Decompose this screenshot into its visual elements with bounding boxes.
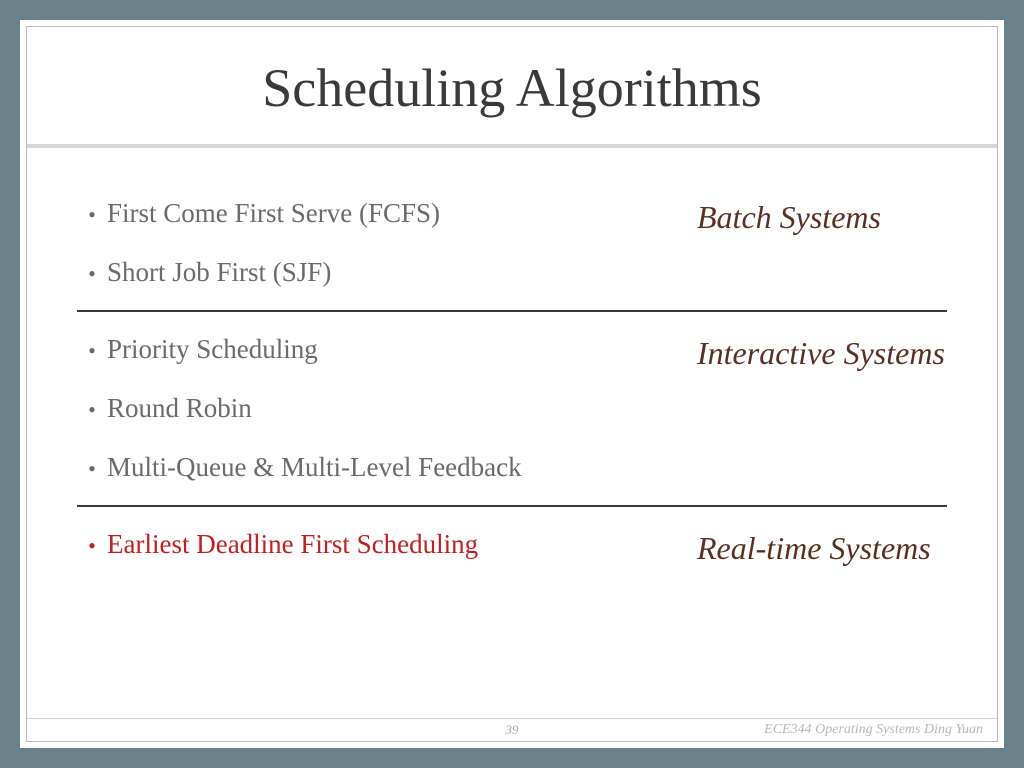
bullets-realtime: • Earliest Deadline First Scheduling: [77, 515, 697, 574]
bullet-icon: •: [77, 261, 107, 287]
section-batch: • First Come First Serve (FCFS) • Short …: [77, 184, 947, 302]
bullet-icon: •: [77, 338, 107, 364]
bullet-text: Short Job First (SJF): [107, 257, 331, 288]
page-number: 39: [506, 722, 519, 738]
list-item: • Short Job First (SJF): [77, 243, 697, 302]
bullet-icon: •: [77, 202, 107, 228]
bullets-interactive: • Priority Scheduling • Round Robin • Mu…: [77, 320, 697, 497]
bullet-text: Earliest Deadline First Scheduling: [107, 529, 478, 560]
title-section: Scheduling Algorithms: [27, 27, 997, 144]
bullet-icon: •: [77, 533, 107, 559]
slide-inner-frame: Scheduling Algorithms • First Come First…: [26, 26, 998, 742]
section-realtime: • Earliest Deadline First Scheduling Rea…: [77, 515, 947, 574]
category-label-realtime: Real-time Systems: [697, 515, 947, 570]
course-info: ECE344 Operating Systems Ding Yuan: [764, 722, 983, 738]
bullets-batch: • First Come First Serve (FCFS) • Short …: [77, 184, 697, 302]
section-divider: [77, 505, 947, 507]
slide-title: Scheduling Algorithms: [67, 57, 957, 119]
list-item: • Multi-Queue & Multi-Level Feedback: [77, 438, 697, 497]
slide-outer-frame: Scheduling Algorithms • First Come First…: [20, 20, 1004, 748]
category-label-interactive: Interactive Systems: [697, 320, 947, 375]
section-interactive: • Priority Scheduling • Round Robin • Mu…: [77, 320, 947, 497]
bullet-icon: •: [77, 456, 107, 482]
list-item: • Priority Scheduling: [77, 320, 697, 379]
list-item: • Earliest Deadline First Scheduling: [77, 515, 697, 574]
bullet-text: Priority Scheduling: [107, 334, 318, 365]
category-label-batch: Batch Systems: [697, 184, 947, 239]
list-item: • Round Robin: [77, 379, 697, 438]
section-divider: [77, 310, 947, 312]
list-item: • First Come First Serve (FCFS): [77, 184, 697, 243]
bullet-text: Round Robin: [107, 393, 252, 424]
bullet-text: First Come First Serve (FCFS): [107, 198, 440, 229]
slide-footer: 39 ECE344 Operating Systems Ding Yuan: [27, 718, 997, 741]
bullet-icon: •: [77, 397, 107, 423]
title-divider: [27, 144, 997, 148]
content-area: • First Come First Serve (FCFS) • Short …: [27, 156, 997, 718]
bullet-text: Multi-Queue & Multi-Level Feedback: [107, 452, 522, 483]
